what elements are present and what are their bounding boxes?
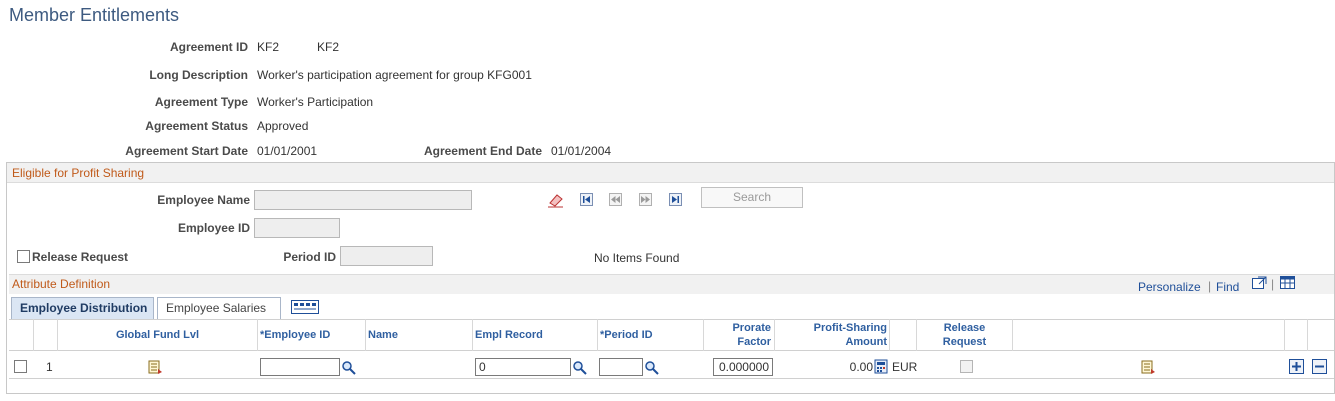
period-id-lookup-icon[interactable] bbox=[644, 360, 659, 375]
row-select-checkbox[interactable] bbox=[14, 360, 27, 373]
show-all-columns-icon[interactable] bbox=[291, 300, 319, 314]
agreement-end-date-value: 01/01/2004 bbox=[551, 144, 612, 158]
agreement-status-value: Approved bbox=[257, 119, 309, 133]
tab-employee-salaries[interactable]: Employee Salaries bbox=[157, 297, 281, 319]
column-prorate-factor-line1[interactable]: Prorate bbox=[705, 322, 771, 335]
last-page-icon[interactable] bbox=[669, 193, 682, 206]
agreement-type-value: Worker's Participation bbox=[257, 95, 374, 109]
employee-id-input[interactable] bbox=[260, 358, 340, 376]
next-page-icon[interactable] bbox=[639, 193, 652, 206]
employee-id-lookup-icon[interactable] bbox=[341, 360, 356, 375]
view-all-popup-icon[interactable] bbox=[1252, 276, 1267, 289]
employee-id-label: Employee ID bbox=[177, 221, 250, 235]
global-fund-detail-icon[interactable] bbox=[148, 360, 163, 375]
column-profit-sharing-amount-line1[interactable]: Profit-Sharing bbox=[777, 322, 887, 335]
column-employee-id[interactable]: *Employee ID bbox=[260, 329, 330, 342]
column-profit-sharing-amount-line2[interactable]: Amount bbox=[777, 336, 887, 349]
add-row-icon[interactable] bbox=[1289, 359, 1304, 374]
agreement-type-label: Agreement Type bbox=[154, 95, 248, 109]
row-number: 1 bbox=[46, 360, 53, 374]
find-link[interactable]: Find bbox=[1216, 280, 1239, 294]
calculator-icon[interactable] bbox=[874, 359, 889, 374]
column-empl-record[interactable]: Empl Record bbox=[475, 329, 543, 342]
first-page-icon[interactable] bbox=[580, 193, 593, 206]
column-global-fund-lvl[interactable]: Global Fund Lvl bbox=[60, 329, 255, 342]
employee-name-field[interactable] bbox=[254, 190, 472, 210]
column-release-request-line1[interactable]: Release bbox=[918, 322, 1011, 335]
release-request-checkbox[interactable] bbox=[17, 250, 30, 263]
previous-page-icon[interactable] bbox=[609, 193, 622, 206]
agreement-status-label: Agreement Status bbox=[145, 119, 248, 133]
agreement-id-value: KF2 bbox=[257, 40, 280, 54]
page-title: Member Entitlements bbox=[9, 5, 180, 25]
release-request-row-checkbox[interactable] bbox=[960, 360, 973, 373]
profit-sharing-amount: 0.00 bbox=[849, 360, 873, 374]
personalize-link[interactable]: Personalize bbox=[1138, 280, 1201, 294]
table-row bbox=[9, 351, 1334, 379]
long-description-label: Long Description bbox=[149, 68, 248, 82]
column-period-id[interactable]: *Period ID bbox=[600, 329, 653, 342]
period-id-label: Period ID bbox=[283, 250, 336, 264]
employee-name-label: Employee Name bbox=[157, 193, 250, 207]
long-description-value: Worker's participation agreement for gro… bbox=[257, 68, 532, 82]
empl-record-input[interactable]: 0 bbox=[475, 358, 571, 376]
release-request-label: Release Request bbox=[32, 250, 129, 264]
eligible-group-title: Eligible for Profit Sharing bbox=[7, 163, 1334, 183]
period-id-input[interactable] bbox=[599, 358, 643, 376]
agreement-id-description: KF2 bbox=[317, 40, 340, 54]
currency-code: EUR bbox=[892, 360, 918, 374]
attribute-definition-bar bbox=[9, 274, 1334, 294]
agreement-id-label: Agreement ID bbox=[169, 40, 248, 54]
search-button[interactable]: Search bbox=[701, 187, 803, 208]
attribute-definition-title: Attribute Definition bbox=[12, 277, 111, 291]
delete-row-icon[interactable] bbox=[1312, 359, 1327, 374]
tab-employee-distribution[interactable]: Employee Distribution bbox=[11, 297, 154, 319]
prorate-factor-input[interactable]: 0.000000 bbox=[713, 358, 773, 376]
column-name[interactable]: Name bbox=[368, 329, 398, 342]
column-prorate-factor-line2[interactable]: Factor bbox=[705, 336, 771, 349]
agreement-end-date-label: Agreement End Date bbox=[423, 144, 542, 158]
download-grid-icon[interactable] bbox=[1280, 276, 1295, 289]
link-separator-2: | bbox=[1271, 277, 1275, 291]
agreement-start-date-label: Agreement Start Date bbox=[125, 144, 248, 158]
period-id-filter-field[interactable] bbox=[340, 246, 433, 266]
agreement-start-date-value: 01/01/2001 bbox=[257, 144, 318, 158]
empl-record-lookup-icon[interactable] bbox=[572, 360, 587, 375]
employee-id-filter-field[interactable] bbox=[254, 218, 340, 238]
row-detail-icon[interactable] bbox=[1141, 360, 1156, 375]
clear-eraser-icon[interactable] bbox=[547, 192, 565, 208]
column-release-request-line2[interactable]: Request bbox=[918, 336, 1011, 349]
link-separator: | bbox=[1208, 279, 1212, 293]
no-items-found-text: No Items Found bbox=[594, 251, 680, 265]
